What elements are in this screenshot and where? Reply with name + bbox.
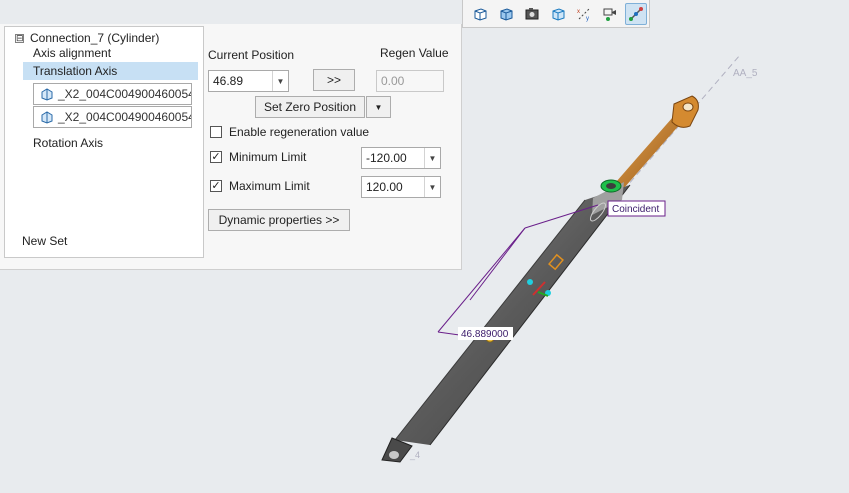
reference-label-1: _X2_004C0049004600540 bbox=[58, 87, 192, 101]
svg-text:y: y bbox=[586, 16, 589, 22]
screenshot-icon[interactable] bbox=[521, 3, 543, 25]
apply-position-button[interactable]: >> bbox=[313, 69, 355, 91]
minimum-limit-value[interactable]: -120.00 bbox=[362, 151, 424, 165]
enable-regen-checkbox[interactable] bbox=[210, 126, 222, 138]
view-box-blue-icon[interactable] bbox=[495, 3, 517, 25]
dynamic-properties-button[interactable]: Dynamic properties >> bbox=[208, 209, 350, 231]
reference-field-2[interactable]: _X2_004C0049004600540 bbox=[33, 106, 192, 128]
tree-root[interactable]: ⊟ Connection_7 (Cylinder) bbox=[15, 31, 159, 45]
tree-item-translation-axis[interactable]: Translation Axis bbox=[23, 62, 198, 80]
view-box-icon[interactable] bbox=[469, 3, 491, 25]
current-position-value[interactable]: 46.89 bbox=[209, 74, 272, 88]
connection-panel: ⊟ Connection_7 (Cylinder) Axis alignment… bbox=[0, 24, 462, 270]
maximum-limit-value[interactable]: 120.00 bbox=[362, 180, 424, 194]
camera-axis-icon[interactable] bbox=[599, 3, 621, 25]
chevron-down-icon[interactable]: ▼ bbox=[424, 148, 440, 168]
connection-icon[interactable] bbox=[625, 2, 647, 25]
set-zero-position-button[interactable]: Set Zero Position bbox=[255, 96, 365, 118]
bottom-axis-label: _4 bbox=[409, 450, 420, 460]
chevron-down-icon: ▼ bbox=[374, 102, 383, 112]
chevron-down-icon[interactable]: ▼ bbox=[424, 177, 440, 197]
reference-label-2: _X2_004C0049004600540 bbox=[58, 110, 192, 124]
wireframe-icon[interactable] bbox=[547, 3, 569, 25]
piston-rod[interactable] bbox=[615, 95, 699, 190]
new-set-link[interactable]: New Set bbox=[22, 234, 67, 248]
maximum-limit-checkbox[interactable]: ✓ bbox=[210, 180, 222, 192]
minimum-limit-checkbox[interactable]: ✓ bbox=[210, 151, 222, 163]
view-toolbar: xy bbox=[462, 0, 650, 28]
maximum-limit-combo[interactable]: 120.00 ▼ bbox=[361, 176, 441, 198]
regen-value-label: Regen Value bbox=[380, 46, 449, 60]
connection-tree: ⊟ Connection_7 (Cylinder) Axis alignment… bbox=[4, 26, 204, 258]
connection-title: Connection_7 (Cylinder) bbox=[30, 31, 160, 45]
reference-field-1[interactable]: _X2_004C0049004600540 bbox=[33, 83, 192, 105]
axis-icon[interactable]: xy bbox=[573, 3, 595, 25]
axis-reference-icon bbox=[41, 111, 53, 124]
dimension-value[interactable]: 46.889000 bbox=[461, 329, 509, 340]
minimum-limit-combo[interactable]: -120.00 ▼ bbox=[361, 147, 441, 169]
set-zero-dropdown[interactable]: ▼ bbox=[366, 96, 391, 118]
axis-reference-icon bbox=[41, 88, 53, 101]
current-position-combo[interactable]: 46.89 ▼ bbox=[208, 70, 289, 92]
collapse-icon[interactable]: ⊟ bbox=[15, 33, 24, 43]
chevron-down-icon[interactable]: ▼ bbox=[272, 71, 288, 91]
current-position-label: Current Position bbox=[208, 48, 295, 62]
enable-regen-label: Enable regeneration value bbox=[229, 125, 370, 139]
coincident-label: Coincident bbox=[612, 204, 659, 215]
tree-item-axis-alignment[interactable]: Axis alignment bbox=[33, 46, 111, 60]
minimum-limit-label: Minimum Limit bbox=[229, 150, 307, 164]
maximum-limit-label: Maximum Limit bbox=[229, 179, 310, 193]
tree-item-rotation-axis[interactable]: Rotation Axis bbox=[33, 136, 103, 150]
regen-value-input[interactable]: 0.00 bbox=[376, 70, 444, 92]
axis-label: AA_5 bbox=[733, 68, 758, 79]
svg-text:x: x bbox=[577, 9, 580, 15]
